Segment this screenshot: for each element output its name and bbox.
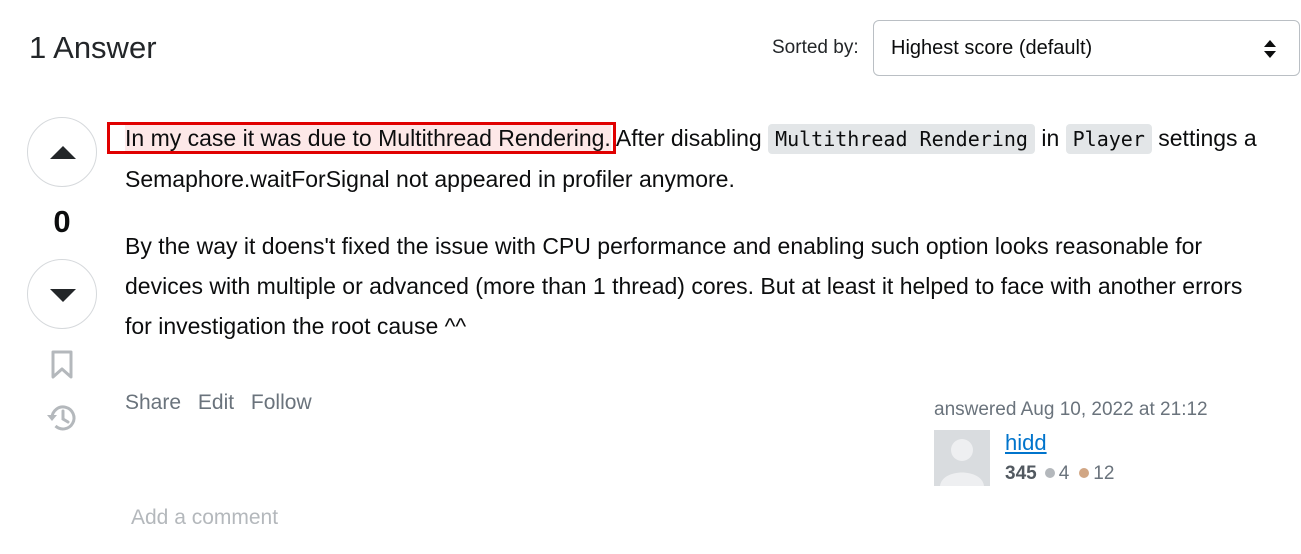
add-comment-link[interactable]: Add a comment [131,505,278,531]
post-menu: Share Edit Follow [125,390,323,416]
code-player: Player [1065,124,1152,154]
user-name-link[interactable]: hidd [1005,430,1047,456]
highlighted-text: In my case it was due to Multithread Ren… [125,125,611,151]
bookmark-icon[interactable] [50,350,74,380]
bronze-badge-icon [1079,468,1090,478]
bronze-badge-count: 12 [1093,463,1115,484]
history-icon[interactable] [45,401,79,435]
avatar[interactable] [934,430,990,486]
code-multithread-rendering: Multithread Rendering [768,124,1035,154]
share-link[interactable]: Share [125,391,181,414]
silver-badge-count: 4 [1058,463,1070,484]
sort-selected-value: Highest score (default) [891,37,1093,59]
answer-text-segment: in [1034,125,1066,151]
sort-arrows-icon [1264,40,1276,58]
highlighted-sentence: In my case it was due to Multithread Ren… [107,122,616,154]
reputation-score: 345 [1005,463,1037,484]
answer-paragraph-1: In my case it was due to Multithread Ren… [107,118,1275,199]
default-avatar-icon [934,430,990,486]
silver-badge-icon [1044,468,1055,478]
arrow-up-icon [50,146,76,159]
answer-paragraph-2: By the way it doens't fixed the issue wi… [125,233,1243,339]
edit-link[interactable]: Edit [198,391,234,414]
user-signature: answered Aug 10, 2022 at 21:12 hidd 345 4… [934,398,1208,486]
arrow-down-icon [50,289,76,302]
sort-label: Sorted by: [772,37,859,58]
answer-body: In my case it was due to Multithread Ren… [107,118,1275,373]
answered-timestamp: answered Aug 10, 2022 at 21:12 [934,399,1208,420]
vote-count: 0 [53,204,71,239]
sort-select[interactable]: Highest score (default) [873,20,1300,76]
answer-text-segment: After disabling [610,125,769,151]
downvote-button[interactable] [27,259,97,329]
answers-count-title: 1 Answer [29,30,157,65]
upvote-button[interactable] [27,117,97,187]
user-stats: 345 4 12 [1005,462,1114,486]
follow-link[interactable]: Follow [251,391,312,414]
